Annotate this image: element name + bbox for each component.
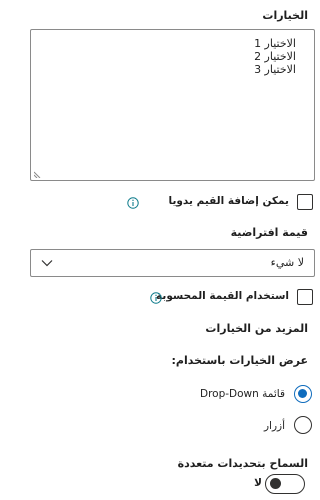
chevron-down-icon: [41, 260, 53, 267]
choice-line: الاختيار 3: [254, 63, 296, 76]
multi-select-toggle[interactable]: [265, 474, 305, 494]
toggle-knob: [270, 478, 281, 489]
display-options-label: عرض الخيارات باستخدام:: [171, 354, 308, 367]
multi-select-state: لا: [254, 477, 262, 489]
manual-values-checkbox[interactable]: [297, 194, 313, 210]
default-value-dropdown[interactable]: لا شيء: [30, 249, 315, 277]
info-icon[interactable]: [150, 292, 162, 304]
more-options-heading: المزيد من الخيارات: [205, 322, 308, 335]
multi-select-label: السماح بتحديدات متعددة: [177, 457, 308, 470]
resize-grip-icon[interactable]: [34, 170, 42, 178]
choices-textarea[interactable]: الاختيار 1 الاختيار 2 الاختيار 3: [30, 29, 315, 181]
manual-values-label: يمكن إضافة القيم يدويا: [168, 195, 289, 207]
radio-dropdown[interactable]: [294, 385, 312, 403]
choice-line: الاختيار 1: [254, 37, 296, 50]
choices-label: الخيارات: [262, 9, 308, 22]
calculated-value-checkbox[interactable]: [297, 289, 313, 305]
info-icon[interactable]: [127, 197, 139, 209]
default-value-selected: لا شيء: [270, 256, 304, 269]
choice-line: الاختيار 2: [254, 50, 296, 63]
radio-buttons[interactable]: [294, 416, 312, 434]
calculated-value-label: استخدام القيمة المحسوبة: [156, 290, 289, 302]
default-value-label: قيمة افتراضية: [230, 226, 308, 239]
radio-dropdown-label: قائمة Drop-Down: [200, 388, 285, 400]
radio-buttons-label: أزرار: [263, 420, 285, 432]
